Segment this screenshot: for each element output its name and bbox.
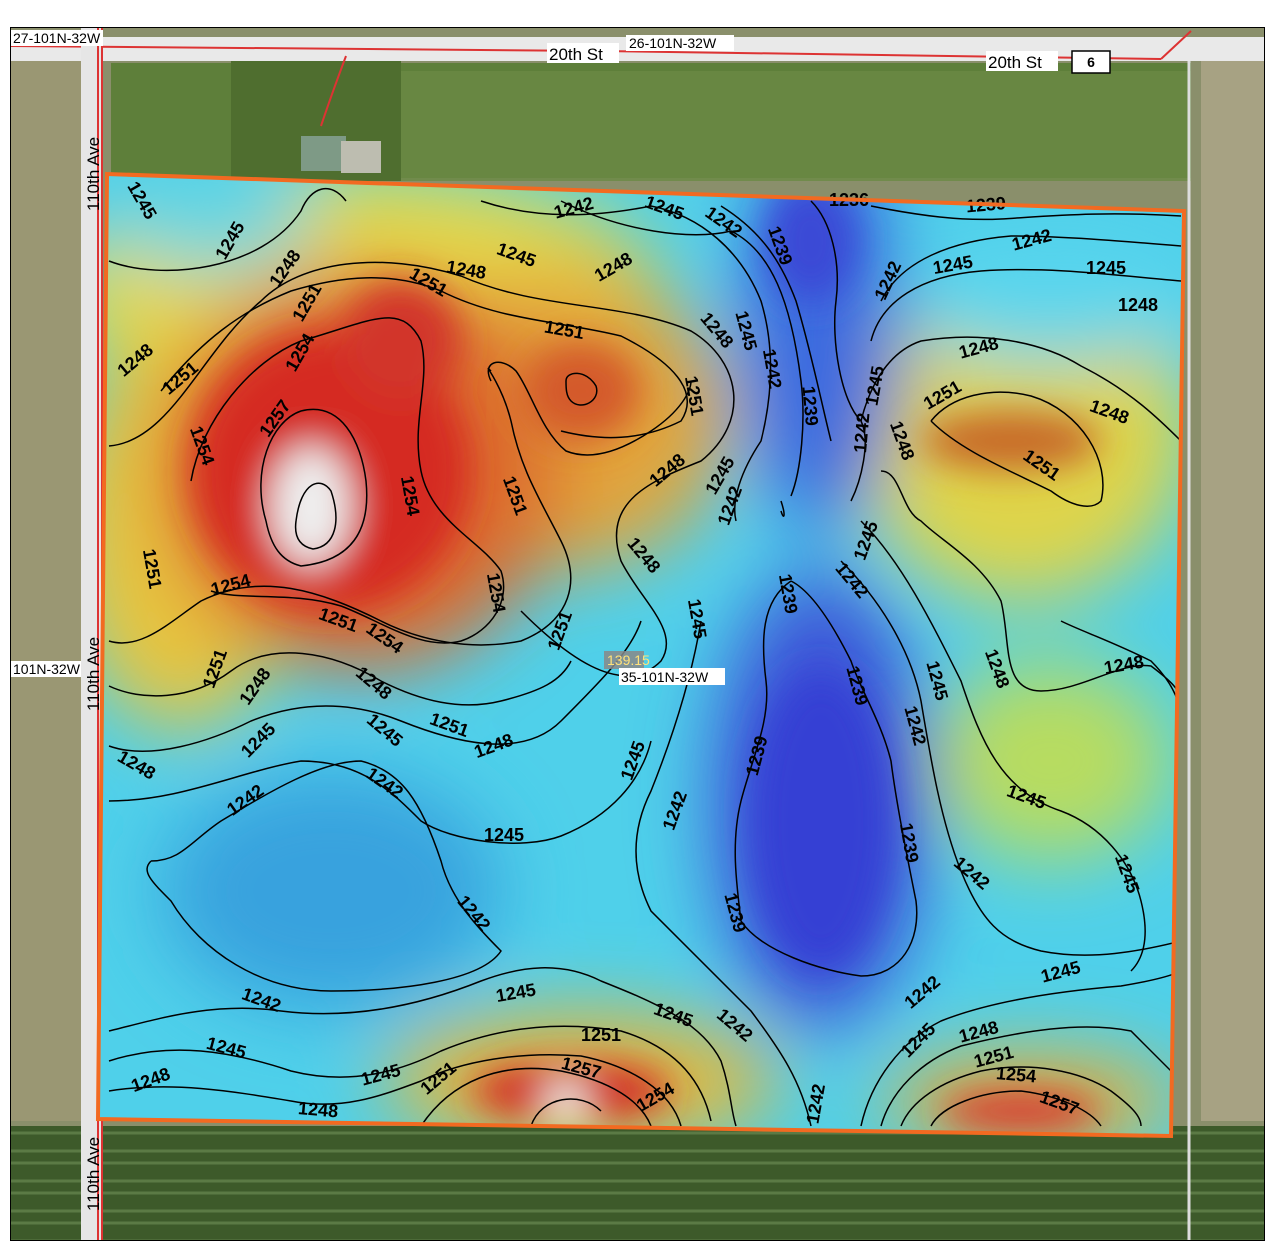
contour-label: 1245: [484, 825, 524, 845]
road-label-110th-top: 110th Ave: [84, 137, 103, 211]
elevation-map[interactable]: 124512451248125112541248 1251125712541254…: [11, 28, 1264, 1240]
road-label-20th-st-left: 20th St: [549, 45, 603, 64]
contour-label: 1245: [1086, 258, 1126, 278]
route-shield: 6: [1087, 54, 1095, 70]
contour-label: 1248: [297, 1098, 339, 1121]
section-label-26: 26-101N-32W: [629, 35, 717, 51]
field-value-badge: 139.15: [607, 652, 650, 668]
section-label-left: 101N-32W: [13, 661, 81, 677]
road-label-110th-bottom: 110th Ave: [84, 1137, 103, 1211]
contour-label: 1251: [581, 1025, 621, 1045]
contour-label: 1239: [799, 385, 822, 427]
map-frame: 1245 1245 1248 1251 1254 1248 1251 1257 1254 1254…: [10, 27, 1265, 1241]
contour-label: 1248: [1118, 295, 1158, 315]
section-label-27: 27-101N-32W: [13, 30, 101, 46]
contour-label: 1242: [850, 412, 873, 454]
contour-label: 1254: [995, 1063, 1037, 1086]
road-label-110th-mid: 110th Ave: [84, 637, 103, 711]
road-label-20th-st-right: 20th St: [988, 53, 1042, 72]
section-label-35: 35-101N-32W: [621, 669, 709, 685]
